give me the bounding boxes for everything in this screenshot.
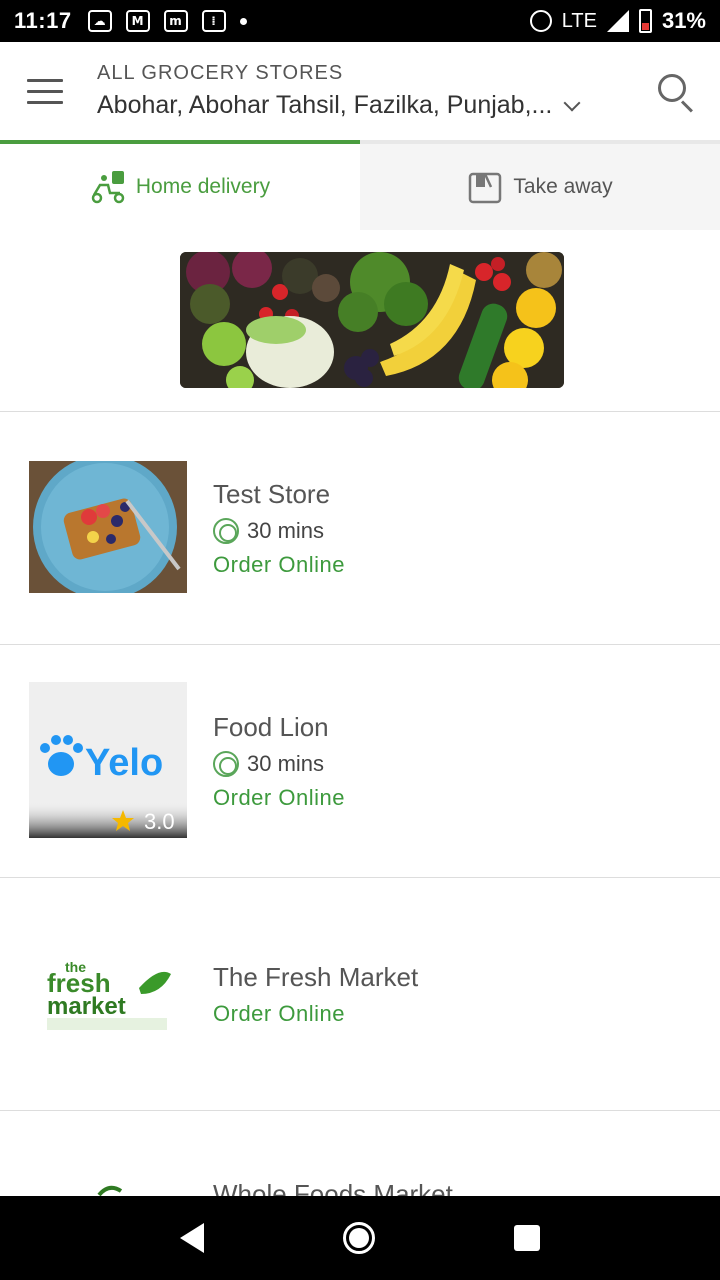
app-header: ALL GROCERY STORES Abohar, Abohar Tahsil… [0, 42, 720, 140]
battery-icon [638, 9, 652, 33]
status-time: 11:17 [14, 8, 72, 33]
tab-home-delivery-label: Home delivery [135, 175, 271, 198]
yelo-logo-text: Yelo [85, 742, 163, 784]
recent-apps-icon[interactable] [514, 1225, 541, 1251]
svg-text:market: market [47, 993, 126, 1020]
store-name: Test Store [213, 479, 331, 509]
promo-banner-area [0, 230, 720, 412]
location-selector[interactable]: ALL GROCERY STORES Abohar, Abohar Tahsil… [90, 62, 630, 120]
page-title: ALL GROCERY STORES [97, 62, 344, 84]
store-item-test-store[interactable]: Test Store 30 mins Order Online [0, 412, 720, 645]
store-name: The Fresh Market [213, 962, 419, 992]
notification-icons: ☁ M m ⁞ [87, 10, 247, 32]
search-button[interactable] [630, 42, 720, 140]
signal-icon [606, 10, 629, 32]
network-type: LTE [561, 9, 597, 32]
order-online-link[interactable]: Order Online [213, 552, 345, 578]
delivery-scooter-icon [91, 171, 125, 204]
alarm-icon [529, 10, 552, 32]
store-item-the-fresh-market[interactable]: the fresh market The Fresh Market Order … [0, 878, 720, 1111]
order-online-link[interactable]: Order Online [213, 785, 345, 811]
produce-illustration [180, 252, 564, 388]
delivery-time: 30 mins [213, 751, 345, 777]
timer-icon [213, 518, 239, 544]
menu-icon [27, 78, 63, 82]
tab-home-delivery[interactable]: Home delivery [0, 140, 360, 230]
order-online-link[interactable]: Order Online [213, 1001, 418, 1027]
store-item-food-lion[interactable]: Yelo 3.0 Food Lion 30 mins Order Online [0, 645, 720, 878]
yelo-logo: Yelo 3.0 [29, 682, 187, 838]
myntra-icon: M [125, 10, 150, 32]
takeaway-bag-icon [469, 172, 502, 204]
store-name: Food Lion [213, 712, 329, 742]
produce-banner-image[interactable] [180, 252, 564, 388]
delivery-mode-tabs: Home delivery Take away [0, 140, 720, 230]
status-bar: 11:17 ☁ M m ⁞ LTE 31% [0, 0, 720, 42]
tab-take-away-label: Take away [513, 175, 613, 198]
store-thumbnail: Yelo 3.0 [29, 682, 187, 838]
home-icon[interactable] [342, 1222, 375, 1254]
search-icon [658, 74, 686, 102]
store-thumbnail: the fresh market [29, 948, 187, 1038]
m-app-icon: m [163, 10, 188, 32]
back-icon[interactable] [179, 1223, 204, 1253]
food-plate-image [29, 461, 187, 593]
battery-percentage: 31% [661, 8, 706, 33]
location-address: Abohar, Abohar Tahsil, Fazilka, Punjab,.… [97, 91, 553, 119]
timer-icon [213, 751, 239, 777]
delivery-time-text: 30 mins [247, 751, 325, 776]
chevron-down-icon[interactable] [563, 94, 581, 111]
system-navigation-bar [0, 1196, 720, 1280]
tab-take-away[interactable]: Take away [360, 140, 720, 230]
more-notifications-icon [239, 17, 247, 25]
store-rating: 3.0 [144, 809, 175, 834]
delivery-time-text: 30 mins [247, 518, 325, 543]
delivery-time: 30 mins [213, 518, 345, 544]
menu-button[interactable] [0, 42, 90, 140]
weather-icon: ☁ [87, 10, 112, 32]
grid-app-icon: ⁞ [201, 10, 226, 32]
fresh-market-logo: the fresh market [29, 948, 187, 1038]
store-thumbnail [29, 461, 187, 593]
